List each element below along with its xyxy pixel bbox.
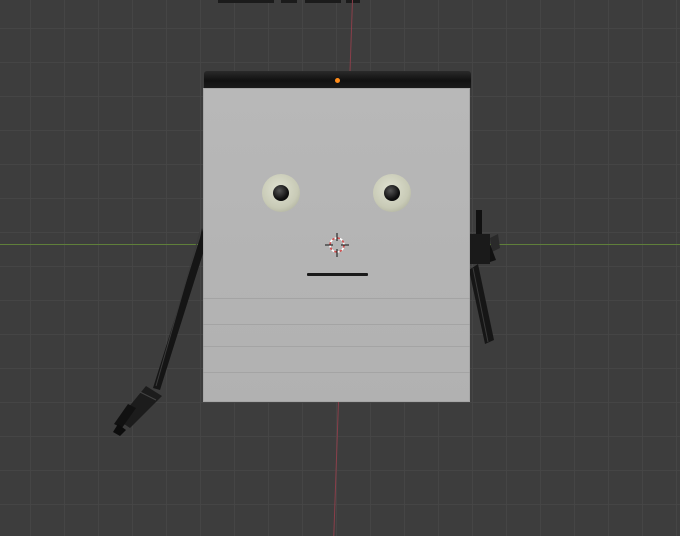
3d-cursor-icon[interactable] (325, 233, 349, 257)
body-edge-line (203, 324, 470, 325)
robot-right-eye[interactable] (373, 174, 411, 212)
robot-left-eye[interactable] (262, 174, 300, 212)
3d-viewport[interactable] (0, 0, 680, 536)
body-edge-line (203, 346, 470, 347)
robot-right-gripper[interactable] (466, 210, 500, 264)
body-edge-line (203, 298, 470, 299)
object-origin-icon (335, 78, 340, 83)
body-edge-line (203, 372, 470, 373)
robot-mouth[interactable] (307, 273, 368, 276)
left-pupil (273, 185, 289, 201)
right-pupil (384, 185, 400, 201)
